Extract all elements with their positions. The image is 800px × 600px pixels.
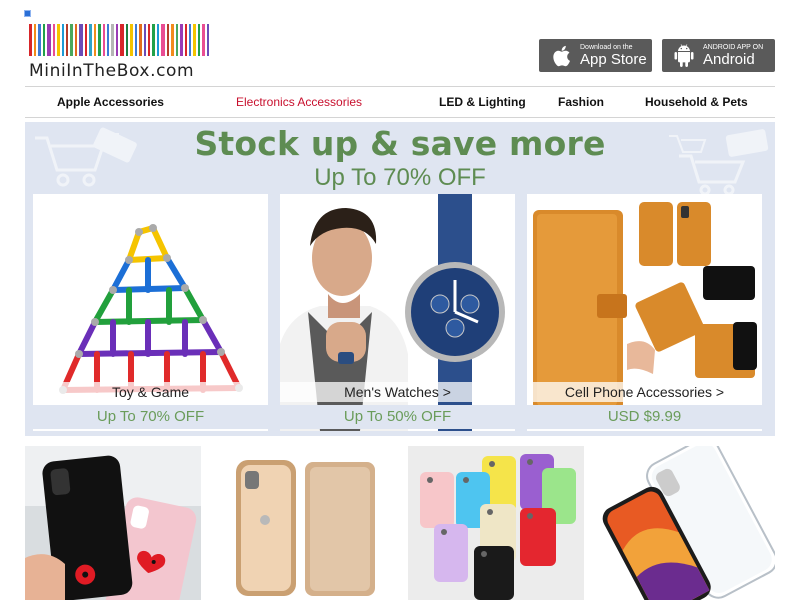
card-mens-watches[interactable]: Men's Watches > Up To 50% OFF	[280, 194, 515, 431]
site-logo[interactable]: MiniInTheBox.com	[29, 24, 215, 84]
card-toy-game[interactable]: Toy & Game Up To 70% OFF	[33, 194, 268, 431]
logo-bar	[171, 24, 174, 56]
app-store-badge[interactable]: Download on the App Store	[539, 39, 652, 72]
nav-item-household-pets[interactable]: Household & Pets	[645, 95, 748, 109]
promo-banner[interactable]: Stock up & save more Up To 70% OFF Toy &…	[25, 122, 775, 436]
logo-bar	[53, 24, 55, 56]
card-cell-phone-accessories[interactable]: Cell Phone Accessories > USD $9.99	[527, 194, 762, 431]
apple-icon	[548, 43, 574, 69]
logo-barcode	[29, 24, 215, 56]
card-caption: Cell Phone Accessories >	[527, 382, 762, 402]
logo-bar	[70, 24, 73, 56]
logo-bar	[126, 24, 128, 56]
logo-bar	[198, 24, 200, 56]
clear-case-image	[599, 446, 775, 600]
logo-bar	[111, 24, 114, 56]
nav-item-apple-accessories[interactable]: Apple Accessories	[57, 95, 164, 109]
category-nav: Apple Accessories Electronics Accessorie…	[25, 86, 775, 118]
logo-bar	[130, 24, 133, 56]
logo-bar	[193, 24, 196, 56]
logo-bar	[189, 24, 191, 56]
logo-bar	[47, 24, 51, 56]
logo-text: MiniInTheBox.com	[29, 61, 195, 81]
logo-bar	[207, 24, 209, 56]
nav-item-led-lighting[interactable]: LED & Lighting	[439, 95, 526, 109]
logo-bar	[185, 24, 187, 56]
app-store-big-text: App Store	[580, 50, 647, 68]
heart-phone-case-image	[25, 446, 201, 600]
logo-bar	[202, 24, 205, 56]
logo-bar	[103, 24, 105, 56]
corner-marker	[24, 10, 31, 17]
product-tile-candy-cases[interactable]	[408, 446, 584, 600]
android-app-badge[interactable]: ANDROID APP ON Android	[662, 39, 775, 72]
promo-subtitle: Up To 70% OFF	[314, 164, 486, 191]
logo-bar	[120, 24, 124, 56]
android-icon	[671, 43, 697, 69]
logo-bar	[57, 24, 60, 56]
logo-bar	[29, 24, 32, 56]
logo-bar	[66, 24, 68, 56]
product-tile-heart-cases[interactable]	[25, 446, 201, 600]
promo-title: Stock up & save more	[194, 124, 606, 163]
logo-bar	[144, 24, 146, 56]
logo-bar	[148, 24, 150, 56]
android-big-text: Android	[703, 50, 755, 68]
logo-bar	[161, 24, 165, 56]
logo-bar	[34, 24, 36, 56]
logo-bar	[85, 24, 87, 56]
card-offer: USD $9.99	[527, 405, 762, 429]
logo-bar	[79, 24, 83, 56]
product-tile-flip-case[interactable]	[217, 446, 393, 600]
flip-case-image	[217, 446, 393, 600]
logo-bar	[75, 24, 77, 56]
colorful-cases-image	[408, 446, 584, 600]
logo-bar	[98, 24, 101, 56]
logo-bar	[139, 24, 142, 56]
logo-bar	[116, 24, 118, 56]
logo-bar	[62, 24, 64, 56]
logo-bar	[180, 24, 183, 56]
logo-bar	[94, 24, 96, 56]
logo-bar	[152, 24, 155, 56]
logo-bar	[157, 24, 159, 56]
card-caption: Men's Watches >	[280, 382, 515, 402]
nav-item-fashion[interactable]: Fashion	[558, 95, 604, 109]
card-offer: Up To 50% OFF	[280, 405, 515, 429]
nav-item-electronics-accessories[interactable]: Electronics Accessories	[236, 95, 362, 109]
card-caption: Toy & Game	[33, 382, 268, 402]
logo-bar	[38, 24, 41, 56]
logo-bar	[135, 24, 137, 56]
logo-bar	[176, 24, 178, 56]
logo-bar	[43, 24, 45, 56]
product-tile-clear-case[interactable]	[599, 446, 775, 600]
logo-bar	[167, 24, 169, 56]
logo-bar	[107, 24, 109, 56]
logo-bar	[89, 24, 92, 56]
card-offer: Up To 70% OFF	[33, 405, 268, 429]
